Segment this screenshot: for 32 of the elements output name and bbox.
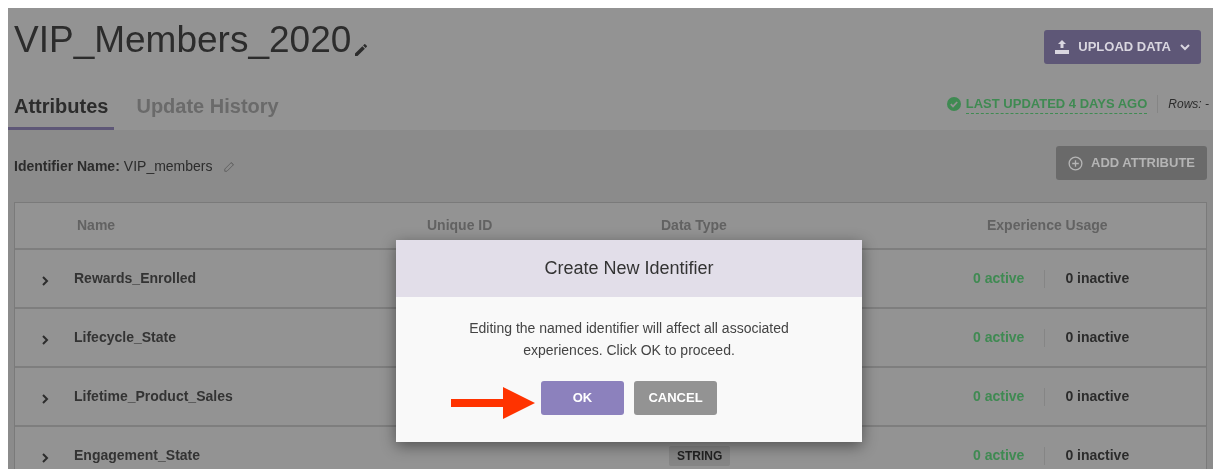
upload-data-button[interactable]: UPLOAD DATA <box>1044 30 1201 64</box>
data-type-tag: STRING <box>669 446 731 466</box>
cancel-button[interactable]: CANCEL <box>634 381 717 415</box>
identifier-label: Identifier Name: <box>14 156 120 176</box>
chevron-right-icon[interactable] <box>41 452 49 463</box>
chevron-right-icon[interactable] <box>41 334 49 345</box>
attribute-name: Lifecycle_State <box>74 328 176 347</box>
add-attribute-button[interactable]: ADD ATTRIBUTE <box>1056 146 1207 180</box>
active-count: 0 active <box>973 446 1025 465</box>
check-circle-icon <box>946 96 961 111</box>
upload-icon <box>1054 39 1071 55</box>
inactive-count: 0 inactive <box>1065 269 1130 288</box>
active-count: 0 active <box>973 269 1025 288</box>
attribute-name: Rewards_Enrolled <box>74 269 197 288</box>
rows-count: Rows: - <box>1168 95 1209 113</box>
pencil-icon[interactable] <box>353 42 370 58</box>
active-count: 0 active <box>973 387 1025 406</box>
identifier-value: VIP_members <box>123 156 213 176</box>
inactive-count: 0 inactive <box>1065 446 1130 465</box>
attribute-name: Lifetime_Product_Sales <box>74 387 233 406</box>
active-count: 0 active <box>973 328 1025 347</box>
chevron-down-icon <box>1179 41 1191 53</box>
chevron-right-icon[interactable] <box>41 393 49 404</box>
page-title: VIP_Members_2020 <box>14 18 352 62</box>
chevron-right-icon[interactable] <box>41 275 49 286</box>
dialog-title: Create New Identifier <box>544 257 714 280</box>
attribute-name: Engagement_State <box>74 446 201 465</box>
ok-button[interactable]: OK <box>541 381 624 415</box>
inactive-count: 0 inactive <box>1065 328 1130 347</box>
inactive-count: 0 inactive <box>1065 387 1130 406</box>
plus-circle-icon <box>1068 155 1083 171</box>
dialog-message: Editing the named identifier will affect all associated experiences. Click OK to proceed. <box>468 319 790 360</box>
